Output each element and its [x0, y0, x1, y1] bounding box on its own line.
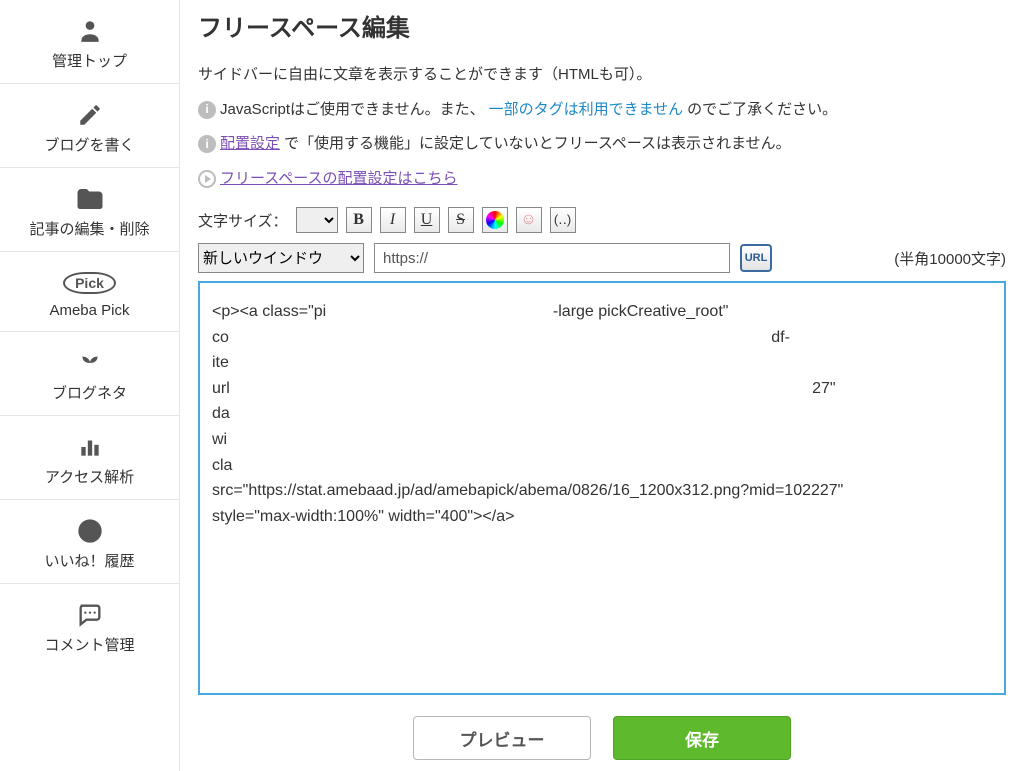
sidebar-item-edit-delete[interactable]: 記事の編集・削除 — [0, 168, 179, 252]
desc-line-4: フリースペースの配置設定はこちら — [198, 165, 1006, 194]
underline-button[interactable]: U — [414, 207, 440, 233]
save-button[interactable]: 保存 — [613, 716, 791, 760]
url-input[interactable] — [374, 243, 730, 273]
smile-icon — [6, 514, 173, 548]
desc-line-2: i JavaScriptはご使用できません。また、 一部のタグは利用できません … — [198, 96, 1006, 125]
sidebar-item-ameba-pick[interactable]: Pick Ameba Pick — [0, 252, 179, 332]
main-content: フリースペース編集 サイドバーに自由に文章を表示することができます（HTMLも可… — [180, 0, 1024, 771]
sprout-icon — [6, 346, 173, 380]
sidebar-item-write-blog[interactable]: ブログを書く — [0, 84, 179, 168]
link-toolbar: 新しいウインドウ URL (半角10000文字) — [198, 243, 1006, 273]
desc-text: のでご了承ください。 — [687, 96, 837, 125]
desc-line-3: i 配置設定 で「使用する機能」に設定していないとフリースペースは表示されません… — [198, 130, 1006, 159]
info-icon: i — [198, 101, 216, 119]
url-insert-button[interactable]: URL — [740, 244, 772, 272]
sidebar-item-label: いいね！履歴 — [6, 550, 173, 571]
sidebar-item-label: コメント管理 — [6, 634, 173, 655]
italic-button[interactable]: I — [380, 207, 406, 233]
placement-settings-link[interactable]: 配置設定 — [220, 130, 280, 159]
sidebar-item-analytics[interactable]: アクセス解析 — [0, 416, 179, 500]
format-toolbar: 文字サイズ： B I U S ☺ (‥) — [198, 207, 1006, 233]
bar-chart-icon — [6, 430, 173, 464]
sidebar-item-admin-top[interactable]: 管理トップ — [0, 0, 179, 84]
sidebar-item-label: アクセス解析 — [6, 466, 173, 487]
sidebar-item-label: Ameba Pick — [6, 302, 173, 319]
desc-line-1: サイドバーに自由に文章を表示することができます（HTMLも可）。 — [198, 61, 1006, 90]
arrow-right-icon — [198, 170, 216, 188]
person-icon — [6, 14, 173, 48]
emoji-button[interactable]: ☺ — [516, 207, 542, 233]
char-count-label: (半角10000文字) — [894, 248, 1006, 269]
sidebar-item-label: ブログを書く — [6, 134, 173, 155]
pencil-icon — [6, 98, 173, 132]
color-picker-button[interactable] — [482, 207, 508, 233]
info-icon: i — [198, 135, 216, 153]
color-wheel-icon — [486, 211, 504, 229]
sidebar-item-label: 記事の編集・削除 — [6, 218, 173, 239]
desc-text: で「使用する機能」に設定していないとフリースペースは表示されません。 — [284, 130, 791, 159]
font-size-select[interactable] — [296, 207, 338, 233]
freespace-editor[interactable]: <p><a class="pi -large pickCreative_root… — [198, 281, 1006, 695]
strikethrough-button[interactable]: S — [448, 207, 474, 233]
window-target-select[interactable]: 新しいウインドウ — [198, 243, 364, 273]
bracket-button[interactable]: (‥) — [550, 207, 576, 233]
sidebar: 管理トップ ブログを書く 記事の編集・削除 Pick Ameba Pick ブロ… — [0, 0, 180, 771]
sidebar-item-label: 管理トップ — [6, 50, 173, 71]
chat-icon — [6, 598, 173, 632]
tags-unavailable-link[interactable]: 一部のタグは利用できません — [489, 96, 684, 125]
font-size-label: 文字サイズ： — [198, 210, 288, 231]
pick-icon: Pick — [6, 266, 173, 300]
sidebar-item-like-history[interactable]: いいね！履歴 — [0, 500, 179, 584]
bold-button[interactable]: B — [346, 207, 372, 233]
action-buttons: プレビュー 保存 — [198, 716, 1006, 760]
sidebar-item-comments[interactable]: コメント管理 — [0, 584, 179, 667]
preview-button[interactable]: プレビュー — [413, 716, 591, 760]
page-title: フリースペース編集 — [198, 8, 1006, 43]
emoji-face-icon: ☺ — [520, 211, 536, 229]
freespace-placement-link[interactable]: フリースペースの配置設定はこちら — [220, 165, 457, 194]
folder-icon — [6, 182, 173, 216]
desc-text: JavaScriptはご使用できません。また、 — [220, 96, 485, 125]
description: サイドバーに自由に文章を表示することができます（HTMLも可）。 i JavaS… — [198, 61, 1006, 193]
sidebar-item-label: ブログネタ — [6, 382, 173, 403]
sidebar-item-blog-topics[interactable]: ブログネタ — [0, 332, 179, 416]
